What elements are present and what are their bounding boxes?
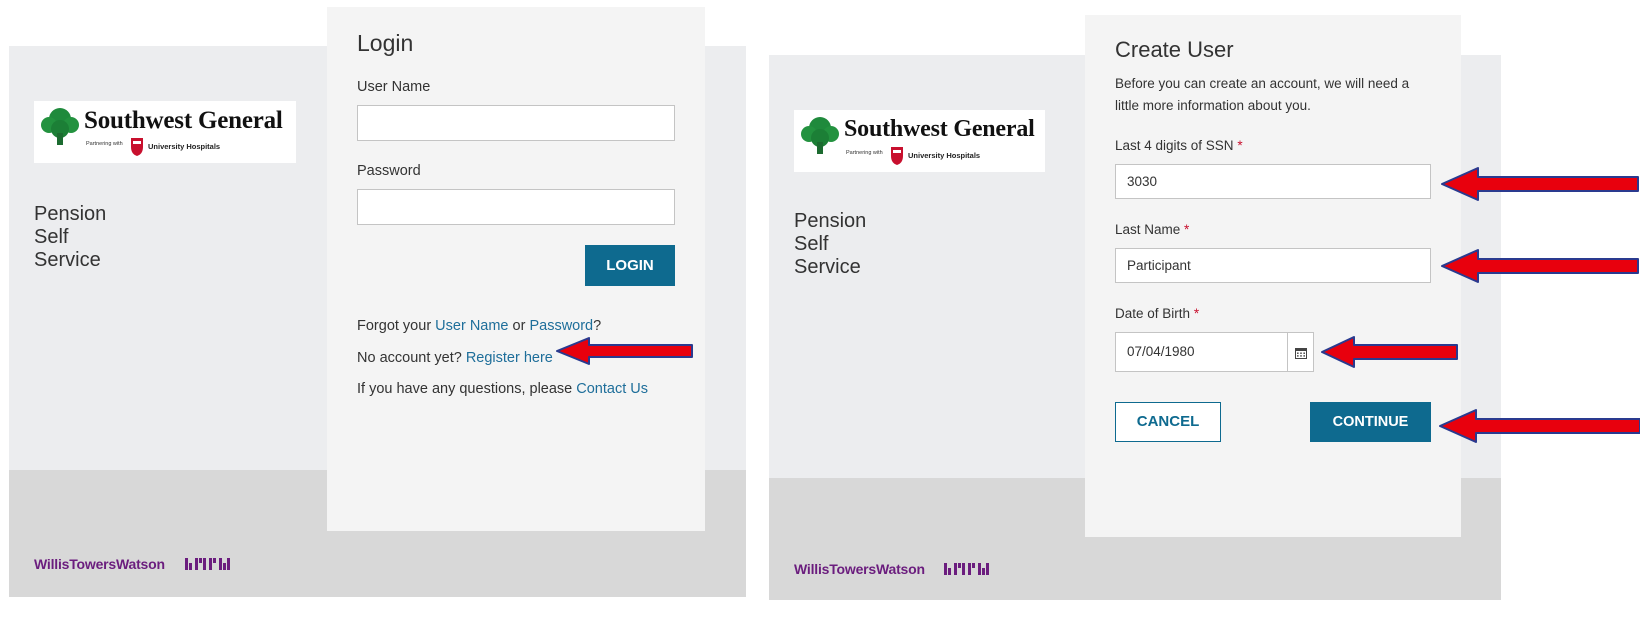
continue-button[interactable]: CONTINUE	[1310, 402, 1431, 442]
create-user-card: Create User Before you can create an acc…	[1085, 15, 1461, 537]
annotation-arrow-icon	[1439, 409, 1640, 443]
password-input[interactable]	[357, 189, 675, 225]
required-mark: *	[1193, 306, 1200, 321]
required-mark: *	[1184, 222, 1190, 237]
calendar-button[interactable]	[1287, 332, 1314, 372]
tree-logo-icon	[41, 108, 79, 145]
questions-prefix: If you have any questions, please	[357, 381, 577, 397]
register-link[interactable]: Register here	[466, 350, 553, 366]
service-title: Pension Self Service	[34, 203, 107, 271]
brand-logo-right: Southwest General Partnering with Univer…	[794, 110, 1045, 172]
lastname-input[interactable]: Participant	[1115, 248, 1431, 283]
footer-company: WillisTowersWatson	[34, 556, 165, 572]
password-label: Password	[357, 163, 421, 179]
ssn-label-text: Last 4 digits of SSN	[1115, 138, 1234, 153]
login-button[interactable]: LOGIN	[585, 245, 675, 286]
forgot-suffix: ?	[593, 318, 602, 334]
brand-name: Southwest General	[844, 116, 1035, 142]
brand-logo: Southwest General Partnering with Univer…	[34, 101, 296, 163]
brand-name: Southwest General	[84, 107, 283, 134]
footer-company: WillisTowersWatson	[794, 561, 925, 577]
contact-line: If you have any questions, please Contac…	[357, 381, 648, 397]
uh-shield-icon	[891, 147, 903, 165]
dob-label-text: Date of Birth	[1115, 306, 1191, 321]
create-user-title: Create User	[1115, 37, 1234, 62]
dob-input[interactable]: 07/04/1980	[1115, 332, 1288, 372]
annotation-arrow-icon	[1441, 167, 1639, 201]
annotation-arrow-icon	[1441, 249, 1639, 283]
partner-text: Partnering with	[846, 150, 883, 156]
intro-line-2: little more information about you.	[1115, 98, 1311, 113]
dob-label: Date of Birth *	[1115, 306, 1199, 321]
forgot-or: or	[508, 318, 530, 334]
login-card: Login User Name Password LOGIN Forgot yo…	[327, 7, 705, 531]
login-title: Login	[357, 30, 414, 56]
wtw-mark-icon	[185, 558, 230, 570]
forgot-username-link[interactable]: User Name	[435, 318, 508, 334]
no-account-prefix: No account yet?	[357, 350, 466, 366]
contact-link[interactable]: Contact Us	[576, 381, 648, 397]
annotation-arrow-icon	[1321, 336, 1458, 368]
forgot-credentials-line: Forgot your User Name or Password?	[357, 318, 601, 334]
lastname-label-text: Last Name	[1115, 222, 1181, 237]
register-line: No account yet? Register here	[357, 350, 553, 366]
calendar-icon	[1295, 348, 1307, 359]
intro-line-1: Before you can create an account, we wil…	[1115, 76, 1410, 91]
username-input[interactable]	[357, 105, 675, 141]
ssn-label: Last 4 digits of SSN *	[1115, 138, 1243, 153]
tree-logo-icon	[801, 117, 839, 154]
partner-text: Partnering with	[86, 141, 123, 147]
required-mark: *	[1237, 138, 1243, 153]
wtw-mark-icon	[944, 563, 989, 575]
partner-name: University Hospitals	[908, 151, 981, 160]
partner-name: University Hospitals	[148, 142, 221, 151]
annotation-arrow-icon	[556, 337, 693, 365]
forgot-prefix: Forgot your	[357, 318, 436, 334]
cancel-button[interactable]: CANCEL	[1115, 402, 1221, 442]
forgot-password-link[interactable]: Password	[529, 318, 593, 334]
username-label: User Name	[357, 79, 431, 95]
uh-shield-icon	[131, 138, 143, 156]
ssn-input[interactable]: 3030	[1115, 164, 1431, 199]
lastname-label: Last Name *	[1115, 222, 1189, 237]
service-title: Pension Self Service	[794, 210, 867, 278]
